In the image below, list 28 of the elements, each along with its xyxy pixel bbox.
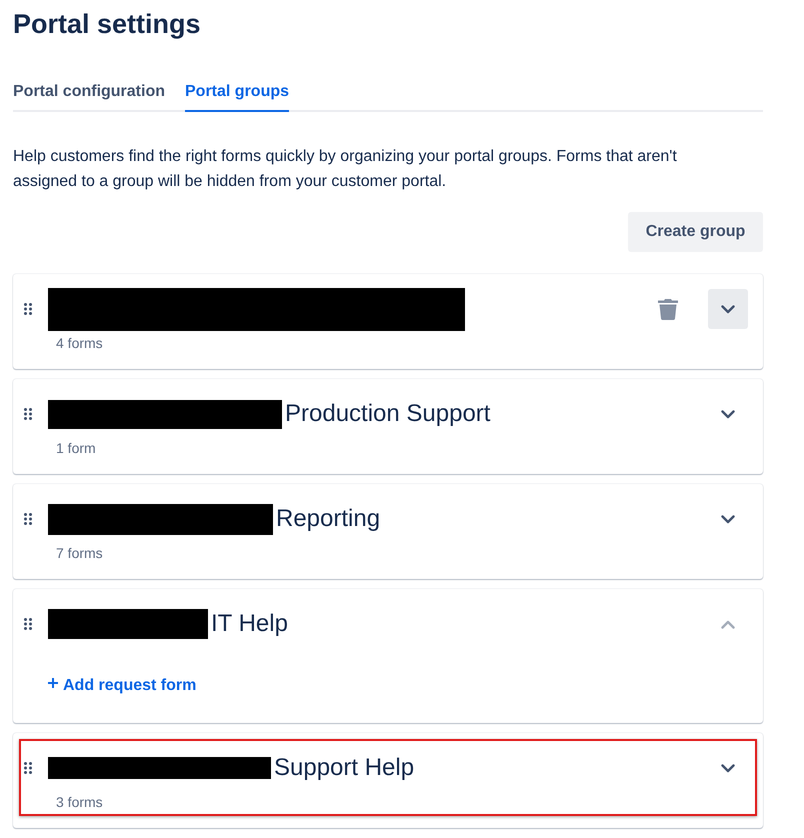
form-count: 3 forms xyxy=(56,793,103,811)
description-text: Help customers find the right forms quickly by organizing your portal groups. Forms that aren't assigned to a group will be hidden from your customer portal. xyxy=(13,147,678,192)
group-name: Support Help xyxy=(274,753,414,783)
chevron-down-icon xyxy=(721,304,735,314)
chevron-down-icon xyxy=(721,514,735,524)
form-count: 4 forms xyxy=(56,334,103,352)
chevron-down-icon xyxy=(721,410,735,418)
drag-handle-icon[interactable] xyxy=(24,303,32,315)
group-name: Production Support xyxy=(285,399,490,429)
add-request-form-link[interactable]: Add request form xyxy=(48,676,196,696)
drag-handle-icon[interactable] xyxy=(24,408,32,420)
chevron-down-icon xyxy=(721,764,735,772)
chevron-up-icon xyxy=(721,620,735,628)
tab[interactable]: Portal groups xyxy=(185,80,290,112)
create-group-button[interactable]: Create group xyxy=(628,212,763,252)
expand-button[interactable] xyxy=(708,289,748,329)
group-name: Reporting xyxy=(276,504,380,534)
trash-icon xyxy=(658,298,678,320)
drag-handle-icon[interactable] xyxy=(24,618,32,630)
page-title: Portal settings xyxy=(13,8,201,41)
tab[interactable]: Portal configuration xyxy=(13,80,165,112)
delete-button[interactable] xyxy=(658,298,678,320)
form-count: 1 form xyxy=(56,439,96,457)
drag-handle-icon[interactable] xyxy=(24,762,32,774)
drag-handle-icon[interactable] xyxy=(24,513,32,525)
group-name: IT Help xyxy=(211,609,288,639)
form-count: 7 forms xyxy=(56,544,103,562)
plus-icon xyxy=(48,678,58,688)
